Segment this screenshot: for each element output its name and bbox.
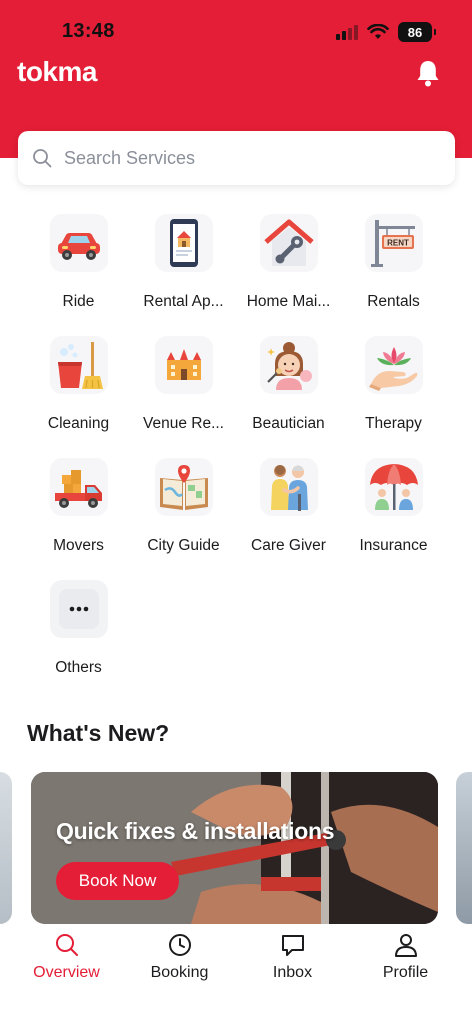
service-ride[interactable]: Ride bbox=[26, 214, 131, 314]
battery-indicator: 86 bbox=[398, 22, 436, 42]
service-label: Others bbox=[55, 659, 102, 676]
service-cleaning[interactable]: Cleaning bbox=[26, 336, 131, 436]
care-giver-icon bbox=[259, 458, 318, 516]
therapy-icon bbox=[364, 336, 423, 394]
promo-banner[interactable]: Quick fixes & installations Book Now bbox=[31, 772, 438, 924]
service-label: Therapy bbox=[365, 415, 422, 432]
service-label: Venue Re... bbox=[142, 415, 224, 432]
tab-label: Overview bbox=[33, 964, 100, 981]
umbrella-icon bbox=[364, 458, 423, 516]
beautician-icon bbox=[259, 336, 318, 394]
svg-text:RENT: RENT bbox=[387, 239, 409, 248]
home-maintenance-icon bbox=[259, 214, 318, 272]
truck-icon bbox=[49, 458, 108, 516]
venue-icon bbox=[154, 336, 213, 394]
car-icon bbox=[49, 214, 108, 272]
tab-inbox[interactable]: Inbox bbox=[243, 932, 343, 1024]
service-label: Movers bbox=[53, 537, 104, 554]
wifi-icon bbox=[367, 24, 389, 39]
service-label: Rental Ap... bbox=[143, 293, 224, 310]
service-movers[interactable]: Movers bbox=[26, 458, 131, 558]
bottom-tab-bar: Overview Booking Inbox Profile bbox=[0, 924, 472, 1024]
search-bar[interactable] bbox=[18, 131, 455, 185]
service-rentals[interactable]: RENT Rentals bbox=[341, 214, 446, 314]
service-label: Home Mai... bbox=[246, 293, 331, 310]
service-label: Care Giver bbox=[251, 537, 326, 554]
service-others[interactable]: Others bbox=[26, 580, 131, 680]
banner-title: Quick fixes & installations bbox=[56, 818, 335, 844]
bell-icon[interactable] bbox=[414, 58, 442, 88]
cleaning-icon bbox=[49, 336, 108, 394]
search-input[interactable] bbox=[64, 147, 444, 169]
service-venue-rental[interactable]: Venue Re... bbox=[131, 336, 236, 436]
tab-overview[interactable]: Overview bbox=[17, 932, 117, 1024]
services-grid: Ride Rental Ap... Home Mai... RENT Renta… bbox=[26, 214, 446, 680]
cellular-signal-icon bbox=[336, 24, 358, 40]
service-home-maintenance[interactable]: Home Mai... bbox=[236, 214, 341, 314]
brand-logo: tokma bbox=[17, 56, 97, 87]
tab-profile[interactable]: Profile bbox=[356, 932, 456, 1024]
tab-label: Booking bbox=[150, 964, 209, 981]
banner-photo bbox=[31, 772, 438, 924]
apartment-phone-icon bbox=[154, 214, 213, 272]
status-time: 13:48 bbox=[62, 20, 115, 42]
tab-label: Inbox bbox=[272, 964, 313, 981]
previous-banner[interactable] bbox=[0, 772, 12, 924]
search-icon bbox=[33, 149, 52, 168]
map-guide-icon bbox=[154, 458, 213, 516]
service-label: Cleaning bbox=[47, 415, 110, 432]
book-now-button[interactable]: Book Now bbox=[56, 862, 179, 900]
status-indicators: 86 bbox=[336, 20, 436, 44]
whats-new-heading: What's New? bbox=[27, 720, 170, 746]
service-label: Insurance bbox=[359, 537, 428, 554]
service-label: Ride bbox=[62, 293, 95, 310]
service-rental-apartment[interactable]: Rental Ap... bbox=[131, 214, 236, 314]
more-icon bbox=[49, 580, 108, 638]
service-city-guide[interactable]: City Guide bbox=[131, 458, 236, 558]
search-icon bbox=[55, 934, 78, 956]
user-icon bbox=[394, 934, 417, 957]
service-label: Rentals bbox=[367, 293, 420, 310]
service-label: Beautician bbox=[252, 415, 325, 432]
chat-icon bbox=[281, 935, 304, 956]
next-banner[interactable] bbox=[456, 772, 472, 924]
service-beautician[interactable]: Beautician bbox=[236, 336, 341, 436]
tab-label: Profile bbox=[382, 964, 429, 981]
tab-booking[interactable]: Booking bbox=[130, 932, 230, 1024]
service-insurance[interactable]: Insurance bbox=[341, 458, 446, 558]
rent-sign-icon: RENT bbox=[364, 214, 423, 272]
service-therapy[interactable]: Therapy bbox=[341, 336, 446, 436]
service-care-giver[interactable]: Care Giver bbox=[236, 458, 341, 558]
service-label: City Guide bbox=[147, 537, 220, 554]
clock-icon bbox=[168, 934, 191, 956]
promo-carousel[interactable]: Quick fixes & installations Book Now bbox=[0, 772, 472, 924]
